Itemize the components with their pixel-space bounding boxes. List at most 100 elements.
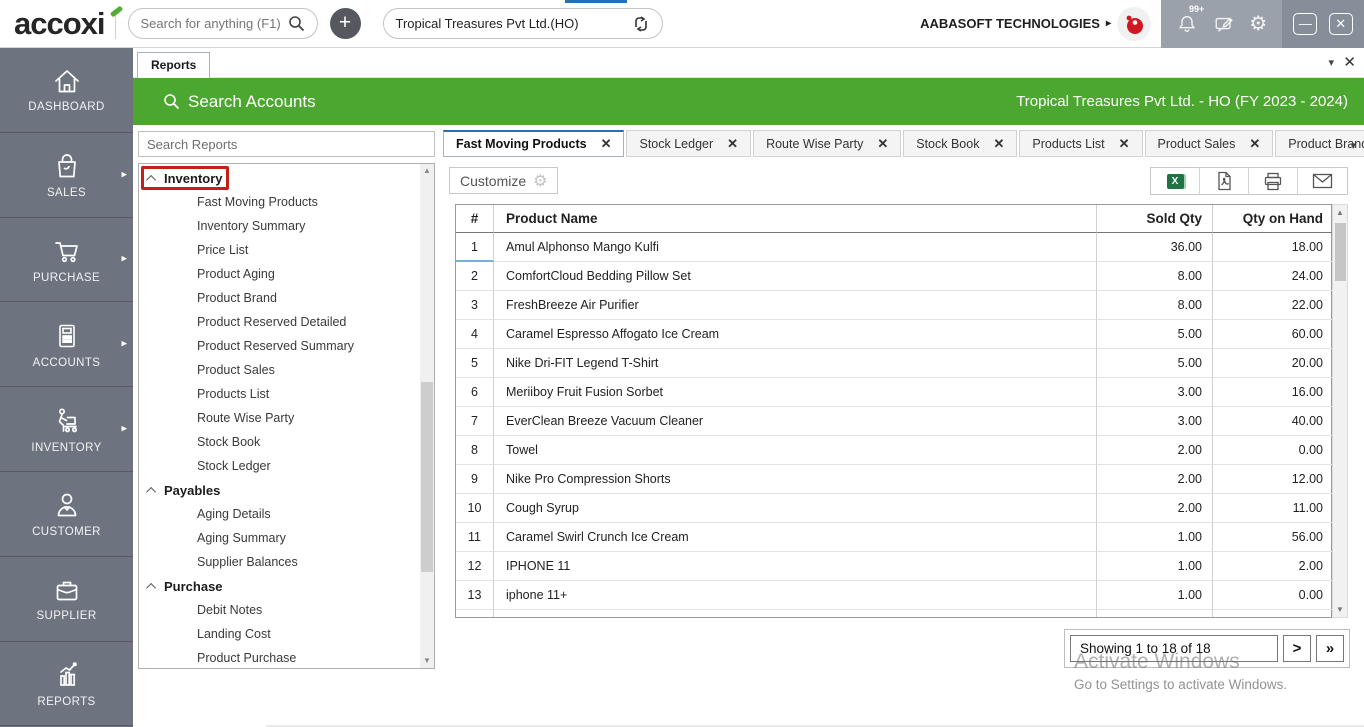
tree-section-purchase[interactable]: Purchase: [139, 574, 422, 598]
close-tab-icon[interactable]: ✕: [1119, 136, 1130, 152]
sidebar-item-accounts[interactable]: ACCOUNTS ▸: [0, 302, 133, 388]
tabstrip-dropdown-icon[interactable]: ▾: [1328, 56, 1334, 69]
table-row[interactable]: 13 iphone 11+ 1.00 0.00: [456, 581, 1333, 610]
minimize-icon[interactable]: —: [1293, 12, 1318, 35]
search-icon[interactable]: [288, 15, 305, 32]
export-mail-button[interactable]: [1298, 168, 1347, 194]
scrollbar-thumb[interactable]: [421, 382, 433, 572]
gear-icon[interactable]: ⚙: [1249, 14, 1267, 34]
tree-item-products-list[interactable]: Products List: [139, 382, 422, 406]
chevron-right-icon: ▸: [121, 168, 127, 181]
close-tab-icon[interactable]: ✕: [993, 136, 1004, 152]
table-row[interactable]: 12 IPHONE 11 1.00 2.00: [456, 552, 1333, 581]
tree-item-product-reserved-summary[interactable]: Product Reserved Summary: [139, 334, 422, 358]
table-row[interactable]: 4 Caramel Espresso Affogato Ice Cream 5.00…: [456, 320, 1333, 349]
row-number: 2: [456, 262, 494, 291]
row-number: 10: [456, 494, 494, 523]
table-row[interactable]: 2 ComfortCloud Bedding Pillow Set 8.00 24.0…: [456, 262, 1333, 291]
scrollbar-thumb[interactable]: [1334, 223, 1346, 281]
tree-section-payables[interactable]: Payables: [139, 478, 422, 502]
column-header[interactable]: Sold Qty: [1097, 205, 1213, 233]
tree-item-aging-summary[interactable]: Aging Summary: [139, 526, 422, 550]
report-tab-fast-moving-products[interactable]: Fast Moving Products ✕: [443, 130, 625, 157]
last-page-button[interactable]: »: [1316, 635, 1344, 662]
sidebar-item-supplier[interactable]: SUPPLIER: [0, 557, 133, 642]
tree-item-route-wise-party[interactable]: Route Wise Party: [139, 406, 422, 430]
activate-windows-watermark: Activate Windows: [1074, 650, 1240, 673]
report-tab-stock-book[interactable]: Stock Book ✕: [903, 130, 1018, 157]
sidebar-item-reports[interactable]: REPORTS: [0, 642, 133, 727]
scroll-down-icon[interactable]: ▼: [1333, 602, 1347, 617]
next-page-button[interactable]: >: [1283, 635, 1311, 662]
tree-item-price-list[interactable]: Price List: [139, 238, 422, 262]
sidebar-item-purchase[interactable]: PURCHASE ▸: [0, 218, 133, 303]
column-header[interactable]: #: [456, 205, 494, 233]
close-tab-icon[interactable]: ✕: [1249, 136, 1260, 152]
table-row[interactable]: 9 Nike Pro Compression Shorts 2.00 12.00: [456, 465, 1333, 494]
tree-scrollbar[interactable]: ▲ ▼: [420, 164, 434, 668]
switch-company-icon[interactable]: [632, 15, 650, 32]
close-tab-icon[interactable]: ✕: [877, 136, 888, 152]
tree-item-product-aging[interactable]: Product Aging: [139, 262, 422, 286]
customize-button[interactable]: Customize ⚙: [449, 167, 559, 194]
tree-item-product-sales[interactable]: Product Sales: [139, 358, 422, 382]
sidebar-item-inventory[interactable]: INVENTORY ▸: [0, 387, 133, 472]
company-selector[interactable]: Tropical Treasures Pvt Ltd.(HO): [382, 8, 663, 39]
tree-item-stock-book[interactable]: Stock Book: [139, 430, 422, 454]
tree-item-debit-notes[interactable]: Debit Notes: [139, 598, 422, 622]
report-tab-route-wise-party[interactable]: Route Wise Party ✕: [753, 130, 902, 157]
export-pdf-button[interactable]: [1200, 168, 1249, 194]
scroll-up-icon[interactable]: ▲: [1333, 205, 1347, 220]
column-header[interactable]: Product Name: [494, 205, 1097, 233]
scroll-up-icon[interactable]: ▲: [420, 164, 434, 178]
tab-reports[interactable]: Reports: [137, 52, 211, 78]
table-row[interactable]: 5 Nike Dri-FIT Legend T-Shirt 5.00 20.00: [456, 349, 1333, 378]
avatar[interactable]: [1117, 6, 1151, 41]
product-name-cell: EverClean Breeze Vacuum Cleaner: [494, 407, 1097, 436]
tree-item-aging-details[interactable]: Aging Details: [139, 502, 422, 526]
close-tab-icon[interactable]: ✕: [727, 136, 738, 152]
organization-menu[interactable]: AABASOFT TECHNOLOGIES ▸: [920, 16, 1111, 31]
row-number: 4: [456, 320, 494, 349]
tabstrip-close-icon[interactable]: ✕: [1343, 53, 1356, 71]
close-tab-icon[interactable]: ✕: [601, 136, 612, 152]
report-tabs-overflow-icon[interactable]: ▾: [1350, 139, 1356, 152]
module-header: Search Accounts Tropical Treasures Pvt L…: [133, 78, 1364, 125]
close-icon[interactable]: ✕: [1328, 12, 1353, 35]
add-button[interactable]: +: [329, 8, 361, 39]
table-row[interactable]: 8 Towel 2.00 0.00: [456, 436, 1333, 465]
report-tab-stock-ledger[interactable]: Stock Ledger ✕: [626, 130, 752, 157]
tree-item-product-brand[interactable]: Product Brand: [139, 286, 422, 310]
sidebar-item-dashboard[interactable]: DASHBOARD: [0, 48, 133, 133]
message-icon[interactable]: [1213, 13, 1235, 35]
tree-item-inventory-summary[interactable]: Inventory Summary: [139, 214, 422, 238]
search-accounts-button[interactable]: Search Accounts: [163, 92, 316, 112]
tree-section-inventory[interactable]: Inventory: [139, 166, 422, 190]
scroll-down-icon[interactable]: ▼: [420, 654, 434, 668]
table-row[interactable]: 1 Amul Alphonso Mango Kulfi 36.00 18.00: [456, 233, 1333, 262]
tree-item-product-purchase[interactable]: Product Purchase: [139, 646, 422, 668]
tree-item-supplier-balances[interactable]: Supplier Balances: [139, 550, 422, 574]
table-row[interactable]: 11 Caramel Swirl Crunch Ice Cream 1.00 56.0…: [456, 523, 1333, 552]
tree-item-product-reserved-detailed[interactable]: Product Reserved Detailed: [139, 310, 422, 334]
table-row[interactable]: 3 FreshBreeze Air Purifier 8.00 22.00: [456, 291, 1333, 320]
column-header[interactable]: Qty on Hand: [1213, 205, 1333, 233]
global-search-input[interactable]: Search for anything (F1): [127, 8, 318, 39]
row-number: 5: [456, 349, 494, 378]
table-row[interactable]: 7 EverClean Breeze Vacuum Cleaner 3.00 40.0…: [456, 407, 1333, 436]
tree-item-landing-cost[interactable]: Landing Cost: [139, 622, 422, 646]
export-print-button[interactable]: [1249, 168, 1298, 194]
sidebar-item-customer[interactable]: CUSTOMER: [0, 472, 133, 557]
table-row[interactable]: 10 Cough Syrup 2.00 11.00: [456, 494, 1333, 523]
search-reports-input[interactable]: [138, 131, 435, 157]
sold-qty-cell: 2.00: [1097, 465, 1213, 494]
table-scrollbar[interactable]: ▲ ▼: [1332, 204, 1348, 618]
table-row[interactable]: 6 Meriiboy Fruit Fusion Sorbet 3.00 16.00: [456, 378, 1333, 407]
report-tab-products-list[interactable]: Products List ✕: [1019, 130, 1143, 157]
tree-item-stock-ledger[interactable]: Stock Ledger: [139, 454, 422, 478]
report-tab-product-sales[interactable]: Product Sales ✕: [1144, 130, 1274, 157]
export-excel-button[interactable]: X: [1151, 168, 1200, 194]
bell-icon[interactable]: [1176, 13, 1198, 35]
tree-item-fast-moving-products[interactable]: Fast Moving Products: [139, 190, 422, 214]
sidebar-item-sales[interactable]: SALES ▸: [0, 133, 133, 218]
